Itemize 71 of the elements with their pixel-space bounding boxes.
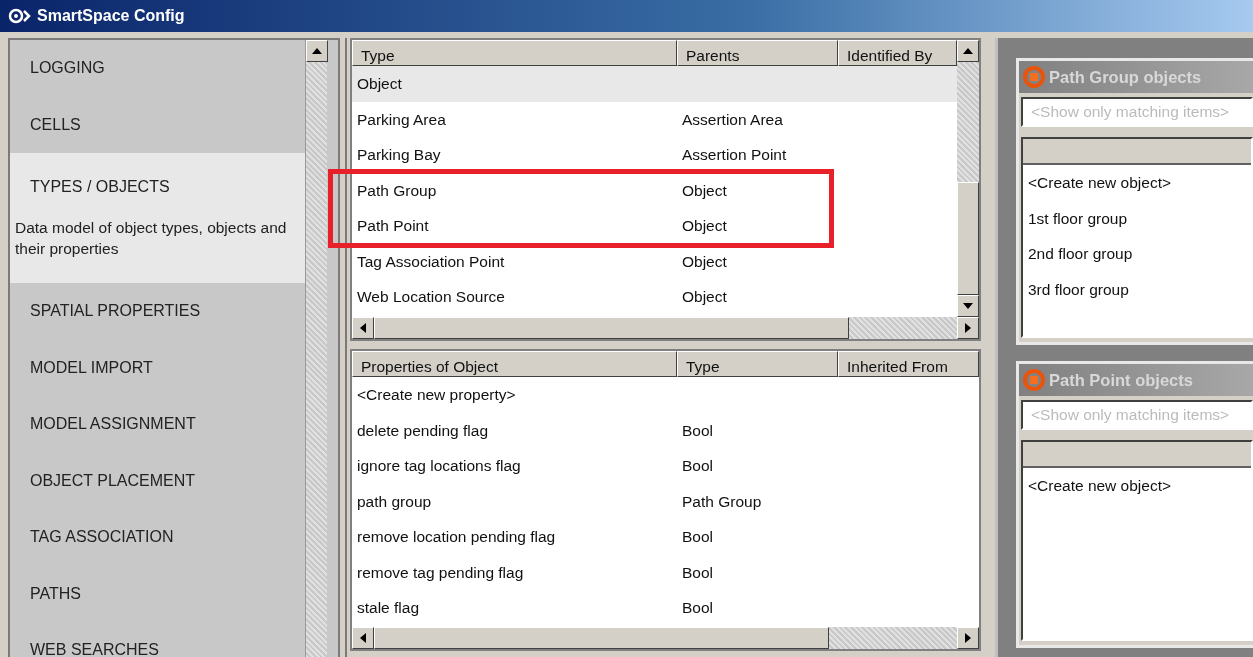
table-row[interactable]: Parking Area Assertion Area <box>352 101 957 137</box>
scroll-up-button[interactable] <box>957 40 979 62</box>
table-cell-text: Parking Area <box>356 109 447 130</box>
panel-title: Path Point objects <box>1049 369 1193 391</box>
filter-field[interactable]: <Show only matching items> <box>1021 400 1253 430</box>
scroll-right-button[interactable] <box>957 627 979 649</box>
scroll-thumb[interactable] <box>374 627 829 649</box>
scroll-right-button[interactable] <box>957 317 979 339</box>
column-header[interactable]: Type <box>677 351 838 377</box>
list-item[interactable]: 3rd floor group <box>1023 271 1251 307</box>
table-row[interactable]: Parking Bay Assertion Point <box>352 137 957 173</box>
table-row[interactable]: Object <box>352 66 957 102</box>
column-header[interactable] <box>1023 139 1251 165</box>
table-cell-text: Assertion Point <box>681 145 788 166</box>
table-cell-text: Assertion Area <box>681 109 784 130</box>
scrollbar[interactable] <box>957 40 979 317</box>
sidebar-item-description: Data model of object types, objects and their properties <box>14 218 288 259</box>
list-item[interactable]: 1st floor group <box>1023 200 1251 236</box>
table-cell-text: stale flag <box>356 598 421 619</box>
table-cell-text: Bool <box>681 562 715 583</box>
scroll-down-button[interactable] <box>957 295 979 317</box>
column-header[interactable]: Type <box>352 40 677 66</box>
panel-title: Path Group objects <box>1049 66 1202 88</box>
table-cell-text: Path Group <box>681 491 763 512</box>
scrollbar[interactable] <box>352 627 979 649</box>
table-row[interactable]: Path Group Object <box>352 172 957 208</box>
list-item[interactable]: <Create new object> <box>1023 468 1251 504</box>
table-cell-text: Path Point <box>356 216 430 237</box>
column-header[interactable]: Properties of Object <box>352 351 677 377</box>
sidebar-item-label: TYPES / OBJECTS <box>29 177 170 197</box>
table-row[interactable]: Path Point Object <box>352 208 957 244</box>
scrollbar[interactable] <box>305 40 327 657</box>
table-cell-text: Parking Bay <box>356 145 442 166</box>
scroll-up-button[interactable] <box>306 40 328 62</box>
table-row[interactable]: Tag Association Point Object <box>352 243 957 279</box>
table-cell-text: remove tag pending flag <box>356 562 525 583</box>
ring-icon <box>1023 66 1045 88</box>
column-header[interactable]: Parents <box>677 40 838 66</box>
filter-field[interactable]: <Show only matching items> <box>1021 97 1253 127</box>
table-cell-text: Bool <box>681 456 715 477</box>
table-cell-text: Object <box>681 180 728 201</box>
scrollbar[interactable] <box>352 317 979 339</box>
scroll-thumb[interactable] <box>374 317 849 339</box>
column-header[interactable]: Identified By <box>838 40 957 66</box>
scroll-left-button[interactable] <box>352 627 374 649</box>
table-cell-text: Object <box>681 251 728 272</box>
table-cell-text: remove location pending flag <box>356 527 557 548</box>
sidebar-item[interactable]: TYPES / OBJECTS Data model of object types, objects and their properties <box>10 153 305 283</box>
table-cell-text: <Create new property> <box>356 385 517 406</box>
scroll-left-button[interactable] <box>352 317 374 339</box>
table-cell-text: Object <box>356 74 403 95</box>
table-cell-text: Web Location Source <box>356 287 506 308</box>
table-cell-text: delete pending flag <box>356 420 489 441</box>
table-cell-text: path group <box>356 491 433 512</box>
window-title: SmartSpace Config <box>37 6 185 26</box>
table-cell-text: Bool <box>681 598 715 619</box>
table-cell-text: Tag Association Point <box>356 251 506 272</box>
scroll-thumb[interactable] <box>957 182 979 295</box>
table-cell-text: Object <box>681 287 728 308</box>
app-logo-icon <box>8 8 32 24</box>
list-item[interactable]: <Create new object> <box>1023 165 1251 201</box>
table-row[interactable]: Web Location Source Object <box>352 279 957 315</box>
column-header[interactable]: Inherited From <box>838 351 979 377</box>
table-cell-text: ignore tag locations flag <box>356 456 522 477</box>
table-cell-text: Object <box>681 216 728 237</box>
table-cell-text: Path Group <box>356 180 438 201</box>
table-cell-text: Bool <box>681 420 715 441</box>
ring-icon <box>1023 369 1045 391</box>
column-header[interactable] <box>1023 442 1251 468</box>
list-item[interactable]: 2nd floor group <box>1023 236 1251 272</box>
table-cell-text: Bool <box>681 527 715 548</box>
